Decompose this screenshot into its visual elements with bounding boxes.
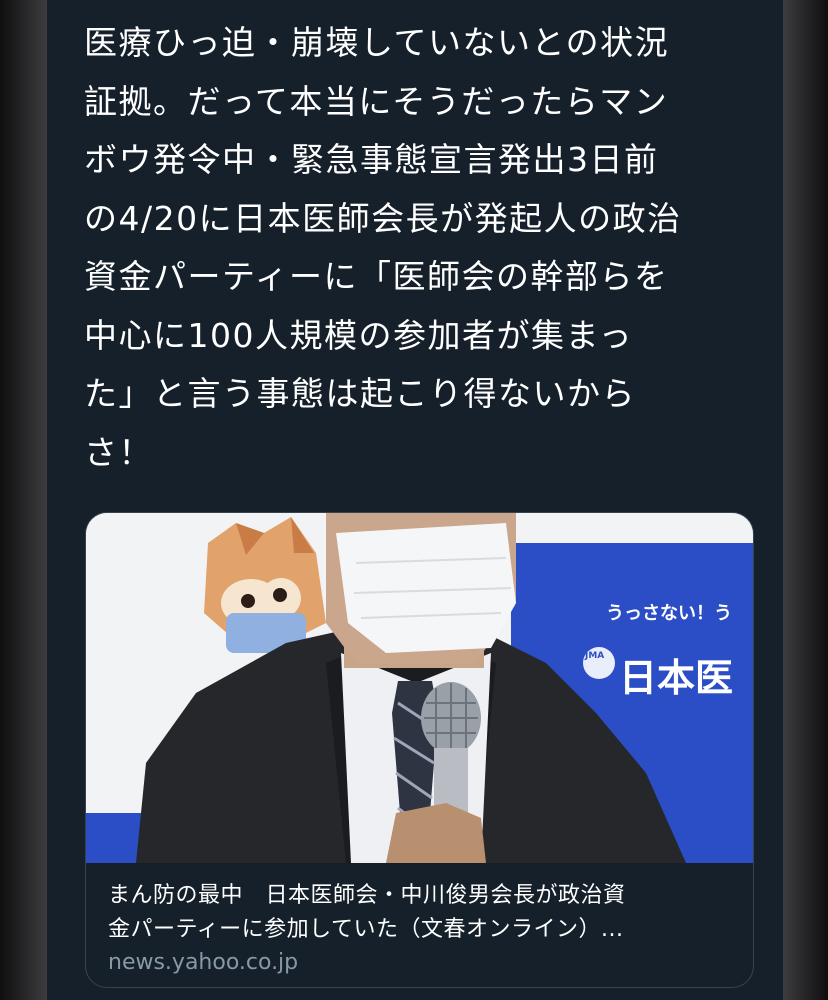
- banner-logo: JMA: [584, 651, 604, 661]
- tweet-text: 医療ひっ迫・崩壊していないとの状況 証拠。だって本当にそうだったらマン ボウ発令…: [84, 14, 752, 482]
- tweet-text-line: さ！: [84, 432, 153, 472]
- tweet-text-line: た」と言う事態は起こり得ないから: [84, 374, 636, 413]
- tweet-text-line: 医療ひっ迫・崩壊していないとの状況: [84, 23, 670, 62]
- banner-org: 日本医: [619, 656, 733, 700]
- tweet-text-line: ボウ発令中・緊急事態宣言発出3日前: [84, 140, 659, 179]
- link-card-image[interactable]: うっさない！う JMA 日本医: [86, 513, 753, 863]
- tweet-text-line: 資金パーティーに「医師会の幹部らを: [84, 257, 669, 296]
- tweet-text-line: 中心に100人規模の参加者が集まっ: [84, 315, 634, 355]
- link-card[interactable]: うっさない！う JMA 日本医 まん防の最中 日本医師会・中川俊男会長が政治資 …: [85, 512, 754, 988]
- tweet-text-line: の4/20に日本医師会長が発起人の政治: [84, 198, 682, 238]
- tweet-text-line: 証拠。だって本当にそうだったらマン: [84, 81, 669, 121]
- link-card-domain: news.yahoo.co.jp: [108, 950, 299, 975]
- press-conference-photo: うっさない！う JMA 日本医: [86, 513, 753, 863]
- right-backdrop: [783, 0, 828, 1000]
- banner-slogan: うっさない！う: [606, 603, 732, 624]
- link-card-body[interactable]: まん防の最中 日本医師会・中川俊男会長が政治資 金パーティーに参加していた（文春…: [86, 863, 753, 987]
- link-card-title-line: まん防の最中 日本医師会・中川俊男会長が政治資: [108, 883, 626, 908]
- link-card-title-line: 金パーティーに参加していた（文春オンライン）...: [108, 917, 624, 942]
- link-card-title[interactable]: まん防の最中 日本医師会・中川俊男会長が政治資 金パーティーに参加していた（文春…: [108, 879, 738, 947]
- left-backdrop: [0, 0, 47, 1000]
